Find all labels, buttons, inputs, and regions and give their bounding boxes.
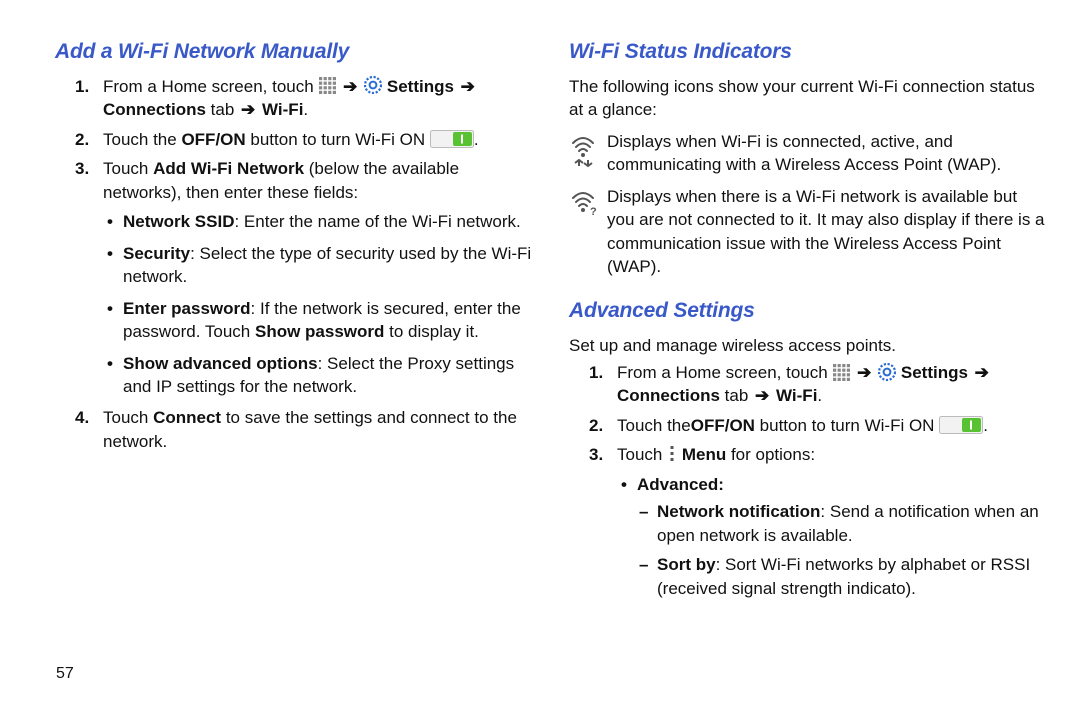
- text: for options:: [726, 445, 815, 464]
- wifi-bold: Wi-Fi: [776, 386, 817, 405]
- bullet-advanced: Advanced: Network notification: Send a n…: [621, 473, 1048, 600]
- desc: : Enter the name of the Wi-Fi network.: [234, 212, 520, 231]
- label: Sort by: [657, 555, 716, 574]
- indicator-connected: Displays when Wi-Fi is connected, active…: [569, 130, 1048, 177]
- text: From a Home screen, touch: [617, 363, 832, 382]
- connect-bold: Connect: [153, 408, 221, 427]
- arrow-icon: ➔: [239, 100, 257, 119]
- text: From a Home screen, touch: [103, 77, 318, 96]
- text: Touch the: [103, 130, 181, 149]
- toggle-on-icon: [939, 416, 983, 434]
- heading-add-wifi: Add a Wi-Fi Network Manually: [55, 38, 534, 67]
- wifi-bold: Wi-Fi: [262, 100, 303, 119]
- toggle-on-icon: [430, 130, 474, 148]
- left-step-3: Touch Add Wi-Fi Network (below the avail…: [75, 157, 534, 398]
- label: Network notification: [657, 502, 820, 521]
- left-step-1: From a Home screen, touch ➔ Settings ➔ C…: [75, 75, 534, 122]
- text: button to turn Wi-Fi ON: [755, 416, 939, 435]
- status-intro: The following icons show your current Wi…: [569, 75, 1048, 122]
- connections-bold: Connections: [103, 100, 206, 119]
- indicator-available: ? Displays when there is a Wi-Fi network…: [569, 185, 1048, 279]
- wifi-active-icon: [569, 130, 597, 170]
- heading-status-indicators: Wi-Fi Status Indicators: [569, 38, 1048, 67]
- indicator-available-desc: Displays when there is a Wi-Fi network i…: [607, 185, 1048, 279]
- arrow-icon: ➔: [855, 363, 873, 382]
- offon-bold: OFF/ON: [181, 130, 245, 149]
- indicator-connected-desc: Displays when Wi-Fi is connected, active…: [607, 130, 1048, 177]
- settings-bold: Settings: [901, 363, 968, 382]
- arrow-icon: ➔: [341, 77, 359, 96]
- page-number: 57: [56, 663, 74, 685]
- text: Touch: [103, 408, 153, 427]
- advanced-intro: Set up and manage wireless access points…: [569, 334, 1048, 357]
- settings-bold: Settings: [387, 77, 454, 96]
- svg-text:?: ?: [590, 206, 597, 218]
- desc: to display it.: [384, 322, 479, 341]
- arrow-icon: ➔: [973, 363, 991, 382]
- tab-word: tab: [206, 100, 239, 119]
- right-step-1: From a Home screen, touch ➔ Settings ➔ C…: [589, 361, 1048, 408]
- advanced-label: Advanced:: [637, 475, 724, 494]
- tab-word: tab: [720, 386, 753, 405]
- offon-bold: OFF/ON: [691, 416, 755, 435]
- bullet-advanced-options: Show advanced options: Select the Proxy …: [107, 352, 534, 399]
- bullet-security: Security: Select the type of security us…: [107, 242, 534, 289]
- heading-advanced-settings: Advanced Settings: [569, 297, 1048, 326]
- left-step-2: Touch the OFF/ON button to turn Wi-Fi ON…: [75, 128, 534, 151]
- wifi-available-icon: ?: [569, 185, 597, 225]
- left-step-4: Touch Connect to save the settings and c…: [75, 406, 534, 453]
- text: Touch: [617, 445, 667, 464]
- arrow-icon: ➔: [753, 386, 771, 405]
- text: Touch the: [617, 416, 691, 435]
- bullet-password: Enter password: If the network is secure…: [107, 297, 534, 344]
- label: Show advanced options: [123, 354, 318, 373]
- bullet-network-ssid: Network SSID: Enter the name of the Wi-F…: [107, 210, 534, 233]
- menu-dots-icon: [667, 445, 677, 463]
- right-step-2: Touch theOFF/ON button to turn Wi-Fi ON …: [589, 414, 1048, 437]
- dash-network-notification: Network notification: Send a notificatio…: [639, 500, 1048, 547]
- menu-bold: Menu: [682, 445, 726, 464]
- apps-icon: [318, 76, 336, 94]
- label: Security: [123, 244, 190, 263]
- gear-icon: [878, 363, 896, 381]
- arrow-icon: ➔: [459, 77, 477, 96]
- add-wifi-bold: Add Wi-Fi Network: [153, 159, 304, 178]
- label: Enter password: [123, 299, 251, 318]
- showpw-bold: Show password: [255, 322, 384, 341]
- text: button to turn Wi-Fi ON: [246, 130, 430, 149]
- text: Touch: [103, 159, 153, 178]
- gear-icon: [364, 76, 382, 94]
- label: Network SSID: [123, 212, 234, 231]
- right-step-3: Touch Menu for options: Advanced: Networ…: [589, 443, 1048, 600]
- connections-bold: Connections: [617, 386, 720, 405]
- apps-icon: [832, 363, 850, 381]
- dash-sort-by: Sort by: Sort Wi-Fi networks by alphabet…: [639, 553, 1048, 600]
